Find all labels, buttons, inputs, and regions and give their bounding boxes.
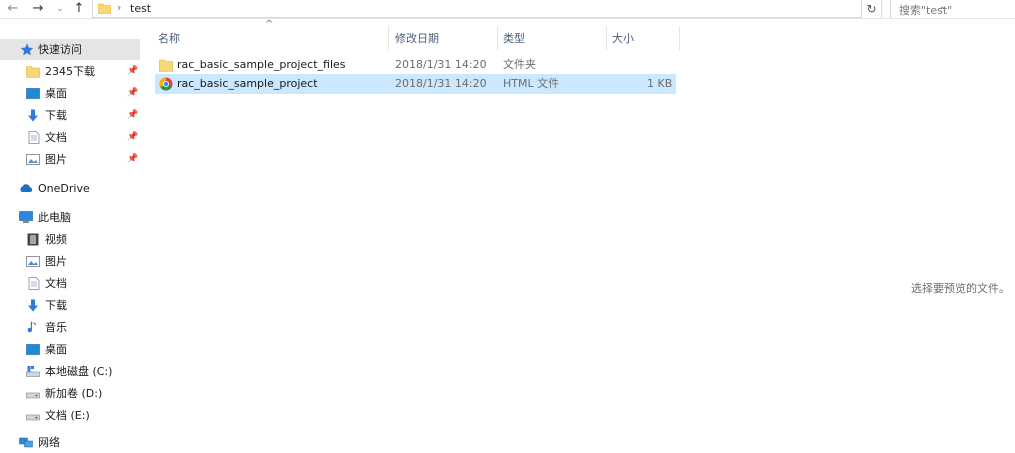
sidebar-item-quick-access[interactable]: 快速访问 xyxy=(0,39,140,60)
sidebar-item-label: OneDrive xyxy=(38,182,90,195)
sidebar-item-label: 视频 xyxy=(45,233,67,246)
download-icon xyxy=(28,299,38,312)
computer-icon xyxy=(19,211,33,223)
up-arrow-icon[interactable]: ↑ xyxy=(72,1,86,17)
preview-message: 选择要预览的文件。 xyxy=(911,282,1010,295)
sidebar-item-downloads-pc[interactable]: 下载 xyxy=(0,295,140,316)
sidebar-item-2345-downloads[interactable]: 2345下载 📌 xyxy=(0,61,140,82)
breadcrumb-chevron-icon: › xyxy=(117,1,122,14)
sidebar-item-label: 此电脑 xyxy=(38,211,71,224)
folder-icon xyxy=(159,59,173,72)
drive-icon xyxy=(26,414,40,421)
column-divider[interactable] xyxy=(497,26,498,50)
video-icon xyxy=(27,233,39,246)
column-divider[interactable] xyxy=(388,26,389,50)
sidebar-item-label: 网络 xyxy=(38,436,60,449)
sidebar-item-pictures-pc[interactable]: 图片 xyxy=(0,251,140,272)
folder-icon xyxy=(98,3,111,14)
pictures-icon xyxy=(26,256,40,267)
desktop-icon xyxy=(26,88,40,99)
sidebar-item-videos[interactable]: 视频 xyxy=(0,229,140,250)
address-box[interactable]: › test ⌄ xyxy=(92,0,947,18)
file-modified: 2018/1/31 14:20 xyxy=(395,77,487,90)
document-icon xyxy=(28,131,40,144)
recent-locations-icon[interactable]: ⌄ xyxy=(55,1,65,17)
sidebar-item-music[interactable]: 音乐 xyxy=(0,317,140,338)
column-divider[interactable] xyxy=(606,26,607,50)
search-input[interactable]: 搜索"test" xyxy=(890,0,1015,18)
sidebar-item-label: 图片 xyxy=(45,153,67,166)
sidebar-item-label: 桌面 xyxy=(45,87,67,100)
sidebar-item-label: 本地磁盘 (C:) xyxy=(45,365,113,378)
file-name: rac_basic_sample_project xyxy=(177,77,318,90)
sidebar-item-label: 下载 xyxy=(45,299,67,312)
sort-ascending-icon: ^ xyxy=(265,19,274,30)
star-icon xyxy=(20,43,34,56)
sidebar-item-label: 音乐 xyxy=(45,321,67,334)
sidebar-item-label: 文档 xyxy=(45,277,67,290)
breadcrumb-test[interactable]: test xyxy=(130,2,151,15)
pin-icon[interactable]: 📌 xyxy=(127,83,138,104)
pictures-icon xyxy=(26,154,40,165)
folder-icon xyxy=(26,66,40,78)
sidebar-item-desktop-pc[interactable]: 桌面 xyxy=(0,339,140,360)
cloud-icon xyxy=(20,184,33,192)
sidebar-item-label: 2345下载 xyxy=(45,65,95,78)
column-divider[interactable] xyxy=(679,26,680,50)
column-header-modified[interactable]: 修改日期 xyxy=(395,28,439,50)
address-toolbar: ← → ⌄ ↑ › test ⌄ ↻ 搜索"test" xyxy=(0,0,1015,19)
drive-icon xyxy=(26,392,40,399)
chrome-icon xyxy=(159,77,173,91)
table-row[interactable]: rac_basic_sample_project 2018/1/31 14:20… xyxy=(155,74,676,94)
sidebar-item-onedrive[interactable]: OneDrive xyxy=(0,178,140,199)
sidebar-item-documents-pc[interactable]: 文档 xyxy=(0,273,140,294)
file-type: 文件夹 xyxy=(503,58,536,71)
search-placeholder: 搜索"test" xyxy=(899,4,953,17)
sidebar-item-desktop[interactable]: 桌面 📌 xyxy=(0,83,140,104)
network-icon xyxy=(19,437,33,448)
sidebar-item-pictures[interactable]: 图片 📌 xyxy=(0,149,140,170)
sidebar-item-label: 文档 (E:) xyxy=(45,409,90,422)
pin-icon[interactable]: 📌 xyxy=(127,149,138,170)
sidebar-item-label: 文档 xyxy=(45,131,67,144)
navigation-pane: 快速访问 2345下载 📌 桌面 📌 下载 📌 文档 📌 图片 📌 OneDri… xyxy=(0,22,140,453)
sidebar-item-drive-c[interactable]: 本地磁盘 (C:) xyxy=(0,361,140,382)
file-modified: 2018/1/31 14:20 xyxy=(395,58,487,71)
column-header-type[interactable]: 类型 xyxy=(503,28,525,50)
column-header-size[interactable]: 大小 xyxy=(612,28,634,50)
file-type: HTML 文件 xyxy=(503,77,560,90)
sidebar-item-this-pc[interactable]: 此电脑 xyxy=(0,207,140,228)
table-row[interactable]: rac_basic_sample_project_files 2018/1/31… xyxy=(155,55,676,75)
desktop-icon xyxy=(26,344,40,355)
sidebar-item-label: 桌面 xyxy=(45,343,67,356)
sidebar-item-label: 新加卷 (D:) xyxy=(45,387,103,400)
sidebar-item-label: 图片 xyxy=(45,255,67,268)
sidebar-item-drive-d[interactable]: 新加卷 (D:) xyxy=(0,383,140,404)
sidebar-item-downloads[interactable]: 下载 📌 xyxy=(0,105,140,126)
back-arrow-icon[interactable]: ← xyxy=(6,1,20,17)
refresh-icon[interactable]: ↻ xyxy=(862,0,882,18)
pin-icon[interactable]: 📌 xyxy=(127,61,138,82)
file-size: 1 KB xyxy=(647,77,673,90)
sidebar-item-label: 下载 xyxy=(45,109,67,122)
pin-icon[interactable]: 📌 xyxy=(127,105,138,126)
sidebar-item-label: 快速访问 xyxy=(38,43,82,56)
sidebar-item-documents[interactable]: 文档 📌 xyxy=(0,127,140,148)
system-drive-icon xyxy=(26,366,40,377)
sidebar-item-network[interactable]: 网络 xyxy=(0,432,140,453)
column-header-name[interactable]: 名称 xyxy=(158,28,180,50)
forward-arrow-icon[interactable]: → xyxy=(31,1,45,17)
pin-icon[interactable]: 📌 xyxy=(127,127,138,148)
file-name: rac_basic_sample_project_files xyxy=(177,58,346,71)
music-icon xyxy=(27,321,36,333)
document-icon xyxy=(28,277,40,290)
sidebar-item-drive-e[interactable]: 文档 (E:) xyxy=(0,405,140,426)
download-icon xyxy=(28,109,38,122)
